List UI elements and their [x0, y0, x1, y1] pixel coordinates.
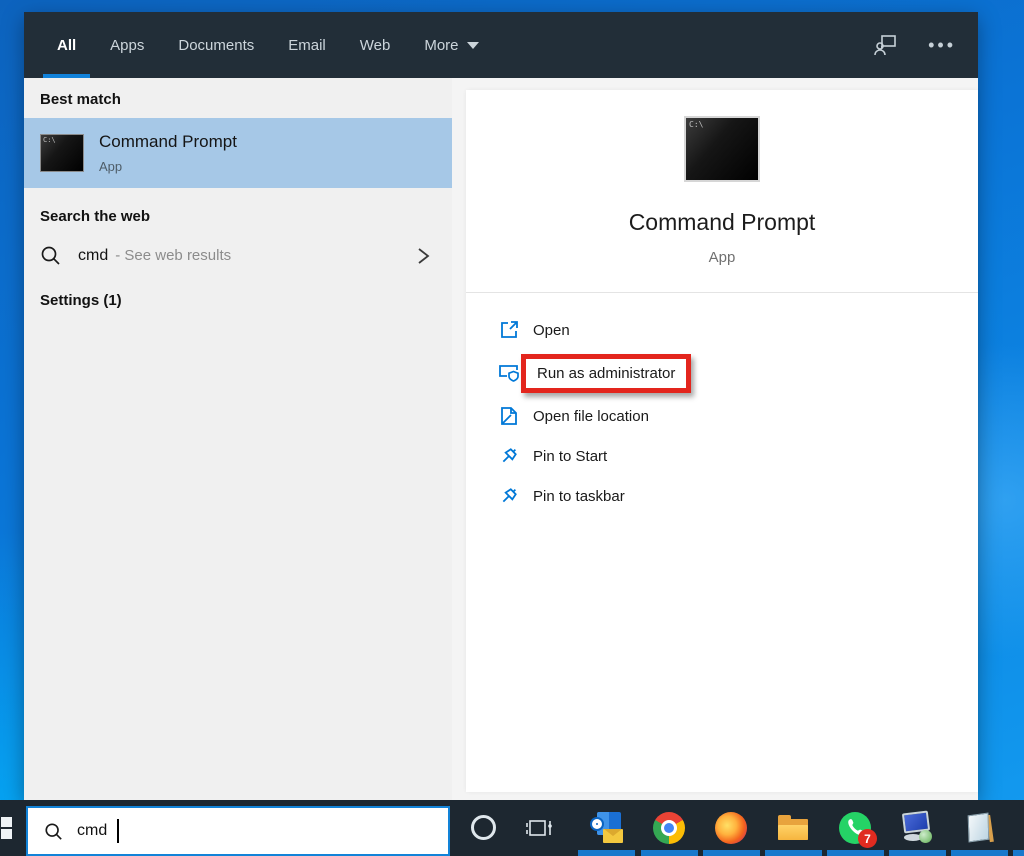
web-suffix: - See web results — [115, 247, 231, 264]
settings-header: Settings (1) — [24, 278, 452, 319]
file-explorer-icon[interactable] — [776, 811, 810, 845]
command-prompt-icon: C:\ — [40, 134, 84, 172]
start-button[interactable] — [0, 800, 24, 856]
search-filter-bar: All Apps Documents Email Web More ••• — [24, 12, 978, 78]
tab-all[interactable]: All — [40, 12, 93, 78]
search-input[interactable] — [77, 822, 117, 840]
context-actions: Open Run as administrator — [466, 293, 978, 516]
feedback-icon[interactable] — [874, 34, 898, 56]
running-indicator — [889, 850, 946, 856]
tab-email[interactable]: Email — [271, 12, 343, 78]
filter-tabs: All Apps Documents Email Web More — [40, 12, 496, 78]
taskbar-search-box[interactable] — [26, 806, 450, 856]
best-match-header: Best match — [24, 78, 452, 118]
run-as-admin-icon — [498, 362, 520, 384]
windows-logo-icon — [1, 817, 12, 827]
running-indicator — [765, 850, 822, 856]
tab-web[interactable]: Web — [343, 12, 408, 78]
web-query: cmd — [78, 247, 108, 265]
tab-more[interactable]: More — [407, 12, 495, 78]
task-view-icon[interactable] — [526, 815, 554, 841]
running-indicator — [641, 850, 698, 856]
search-flyout: All Apps Documents Email Web More ••• Be… — [24, 12, 978, 800]
action-open[interactable]: Open — [498, 310, 978, 350]
cortana-icon[interactable] — [471, 815, 496, 840]
preview-app-type: App — [709, 249, 736, 266]
result-title: Command Prompt — [99, 132, 237, 152]
remote-desktop-icon[interactable] — [900, 811, 934, 845]
search-icon — [44, 822, 63, 841]
outlook-icon[interactable] — [590, 811, 624, 845]
text-caret — [117, 819, 119, 843]
open-icon — [498, 319, 520, 341]
windows-logo-icon — [1, 829, 12, 839]
action-open-file-location[interactable]: Open file location — [498, 396, 978, 436]
result-subtitle: App — [99, 159, 237, 174]
command-prompt-icon-large: C:\ — [684, 116, 760, 182]
action-run-as-administrator[interactable]: Run as administrator — [498, 350, 978, 396]
chevron-down-icon — [467, 42, 479, 49]
running-indicator — [703, 850, 760, 856]
running-indicator — [578, 850, 635, 856]
highlighted-action-label: Run as administrator — [521, 354, 691, 393]
chrome-icon[interactable] — [652, 811, 686, 845]
open-file-location-icon — [498, 405, 520, 427]
tab-documents[interactable]: Documents — [161, 12, 271, 78]
preview-app-name: Command Prompt — [629, 209, 816, 236]
search-web-header: Search the web — [24, 188, 452, 235]
tab-apps[interactable]: Apps — [93, 12, 161, 78]
pin-icon — [498, 445, 520, 467]
preview-panel: C:\ Command Prompt App Open — [452, 78, 978, 800]
notification-badge: 7 — [858, 829, 877, 848]
running-indicator — [1013, 850, 1024, 856]
best-match-result[interactable]: C:\ Command Prompt App — [24, 118, 452, 188]
notepad-icon[interactable] — [962, 811, 996, 845]
web-search-result[interactable]: cmd - See web results — [24, 235, 452, 278]
taskbar: 7 — [0, 800, 1024, 856]
results-panel: Best match C:\ Command Prompt App Search… — [24, 78, 452, 800]
pin-icon — [498, 485, 520, 507]
action-pin-to-taskbar[interactable]: Pin to taskbar — [498, 476, 978, 516]
running-indicator — [827, 850, 884, 856]
search-icon — [40, 245, 61, 266]
running-indicator — [951, 850, 1008, 856]
action-pin-to-start[interactable]: Pin to Start — [498, 436, 978, 476]
firefox-icon[interactable] — [714, 811, 748, 845]
whatsapp-icon[interactable]: 7 — [838, 811, 872, 845]
more-options-icon[interactable]: ••• — [928, 40, 956, 50]
chevron-right-icon — [416, 247, 430, 265]
